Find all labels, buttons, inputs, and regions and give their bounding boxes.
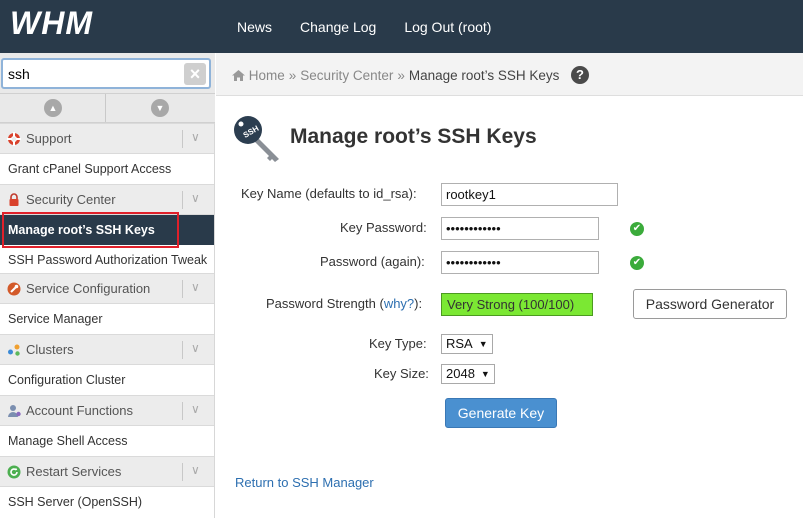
return-to-ssh-manager-link[interactable]: Return to SSH Manager [235, 475, 374, 490]
chevron-down-icon[interactable]: ∨ [191, 402, 200, 416]
nav-news[interactable]: News [237, 19, 272, 35]
help-icon[interactable]: ? [571, 66, 589, 84]
sidebar-item-grant-cpanel-support-access[interactable]: Grant cPanel Support Access [0, 154, 214, 184]
sidebar-group-label: Clusters [26, 342, 74, 357]
restart-icon [7, 465, 21, 479]
password-strength-label: Password Strength (why?): [266, 296, 422, 311]
key-password-label: Key Password: [340, 220, 427, 235]
sidebar-group-label: Account Functions [26, 403, 133, 418]
logo-text: WHM [10, 6, 93, 40]
sidebar-item-ssh-password-authorization-tweak[interactable]: SSH Password Authorization Tweak [0, 245, 214, 275]
chevron-down-icon[interactable]: ∨ [191, 130, 200, 144]
sidebar-item-label: Grant cPanel Support Access [8, 162, 172, 176]
key-type-value: RSA [446, 336, 473, 351]
password-again-label: Password (again): [320, 254, 425, 269]
sidebar-item-label: Configuration Cluster [8, 373, 126, 387]
sidebar-item-label: Manage Shell Access [8, 434, 128, 448]
breadcrumb-separator: » [397, 68, 405, 83]
sidebar: × ▲ ▼ Support ∨ Grant cPanel Support Acc… [0, 53, 215, 518]
sidebar-group-security-center[interactable]: Security Center ∨ [0, 184, 214, 215]
arrow-down-icon: ▼ [151, 99, 169, 117]
sidebar-group-clusters[interactable]: Clusters ∨ [0, 334, 214, 365]
chevron-down-icon: ▼ [480, 369, 490, 379]
sidebar-item-label: SSH Server (OpenSSH) [8, 495, 143, 509]
wrench-icon [7, 282, 21, 296]
clusters-icon [8, 344, 20, 356]
chevron-down-icon[interactable]: ∨ [191, 463, 200, 477]
breadcrumb-home-link[interactable]: Home [249, 68, 285, 83]
breadcrumb-separator: » [288, 68, 297, 83]
divider [182, 463, 183, 481]
sidebar-item-label: SSH Password Authorization Tweak [8, 253, 208, 267]
nav-log-out[interactable]: Log Out (root) [404, 19, 491, 35]
breadcrumb-current: Manage root’s SSH Keys [408, 68, 560, 83]
divider [182, 280, 183, 298]
sidebar-collapse-controls: ▲ ▼ [0, 93, 215, 123]
key-size-label: Key Size: [374, 366, 429, 381]
whm-logo[interactable]: WHM [8, 6, 112, 40]
lock-icon [9, 193, 19, 206]
key-name-input[interactable] [441, 183, 618, 206]
highlight-box [2, 212, 179, 248]
generate-key-button[interactable]: Generate Key [445, 398, 557, 428]
why-link[interactable]: why? [384, 296, 414, 311]
chevron-down-icon[interactable]: ∨ [191, 341, 200, 355]
sidebar-group-account-functions[interactable]: Account Functions ∨ [0, 395, 214, 426]
key-type-select[interactable]: RSA ▼ [441, 334, 493, 354]
checkmark-icon: ✔ [630, 256, 644, 270]
nav-change-log[interactable]: Change Log [300, 19, 376, 35]
chevron-down-icon[interactable]: ∨ [191, 280, 200, 294]
checkmark-icon: ✔ [630, 222, 644, 236]
sidebar-group-restart-services[interactable]: Restart Services ∨ [0, 456, 214, 487]
password-strength-text: Password Strength [266, 296, 376, 311]
sidebar-group-label: Restart Services [26, 464, 122, 479]
divider [182, 130, 183, 148]
sidebar-group-support[interactable]: Support ∨ [0, 123, 214, 154]
password-generator-button[interactable]: Password Generator [633, 289, 787, 319]
top-nav: News Change Log Log Out (root) [237, 0, 519, 53]
key-size-select[interactable]: 2048 ▼ [441, 364, 495, 384]
sidebar-search-area: × [0, 53, 215, 93]
breadcrumb-security-center-link[interactable]: Security Center [300, 68, 393, 83]
breadcrumb: Home» Security Center» Manage root’s SSH K… [216, 53, 803, 96]
sidebar-group-label: Support [26, 131, 72, 146]
key-type-label: Key Type: [369, 336, 427, 351]
sidebar-item-service-manager[interactable]: Service Manager [0, 304, 214, 334]
ssh-key-icon: SSH [234, 116, 279, 162]
key-name-label: Key Name (defaults to id_rsa): [241, 186, 417, 201]
password-again-input[interactable] [441, 251, 599, 274]
sidebar-group-service-configuration[interactable]: Service Configuration ∨ [0, 273, 214, 304]
lifebuoy-icon [7, 132, 21, 146]
breadcrumb-trail: Home» Security Center» Manage root’s SSH K… [232, 68, 559, 83]
home-icon[interactable] [232, 70, 245, 81]
expand-all-button[interactable]: ▼ [107, 94, 213, 122]
page-title: Manage root’s SSH Keys [290, 125, 537, 148]
search-input[interactable] [8, 64, 178, 84]
divider [182, 341, 183, 359]
sidebar-group-label: Service Configuration [26, 281, 151, 296]
key-password-input[interactable] [441, 217, 599, 240]
user-icon [8, 405, 21, 417]
chevron-down-icon[interactable]: ∨ [191, 191, 200, 205]
search-box: × [1, 58, 211, 89]
collapse-all-button[interactable]: ▲ [0, 94, 106, 122]
sidebar-group-label: Security Center [26, 192, 116, 207]
divider [182, 191, 183, 209]
arrow-up-icon: ▲ [44, 99, 62, 117]
divider [182, 402, 183, 420]
key-size-value: 2048 [446, 366, 475, 381]
top-bar: WHM News Change Log Log Out (root) [0, 0, 803, 53]
sidebar-item-manage-shell-access[interactable]: Manage Shell Access [0, 426, 214, 456]
clear-search-icon[interactable]: × [184, 63, 206, 85]
sidebar-item-ssh-server-openssh[interactable]: SSH Server (OpenSSH) [0, 487, 214, 517]
password-strength-meter: Very Strong (100/100) [441, 293, 593, 316]
paren-colon: ): [414, 296, 423, 311]
sidebar-item-configuration-cluster[interactable]: Configuration Cluster [0, 365, 214, 395]
chevron-down-icon: ▼ [478, 339, 488, 349]
sidebar-item-label: Service Manager [8, 312, 103, 326]
